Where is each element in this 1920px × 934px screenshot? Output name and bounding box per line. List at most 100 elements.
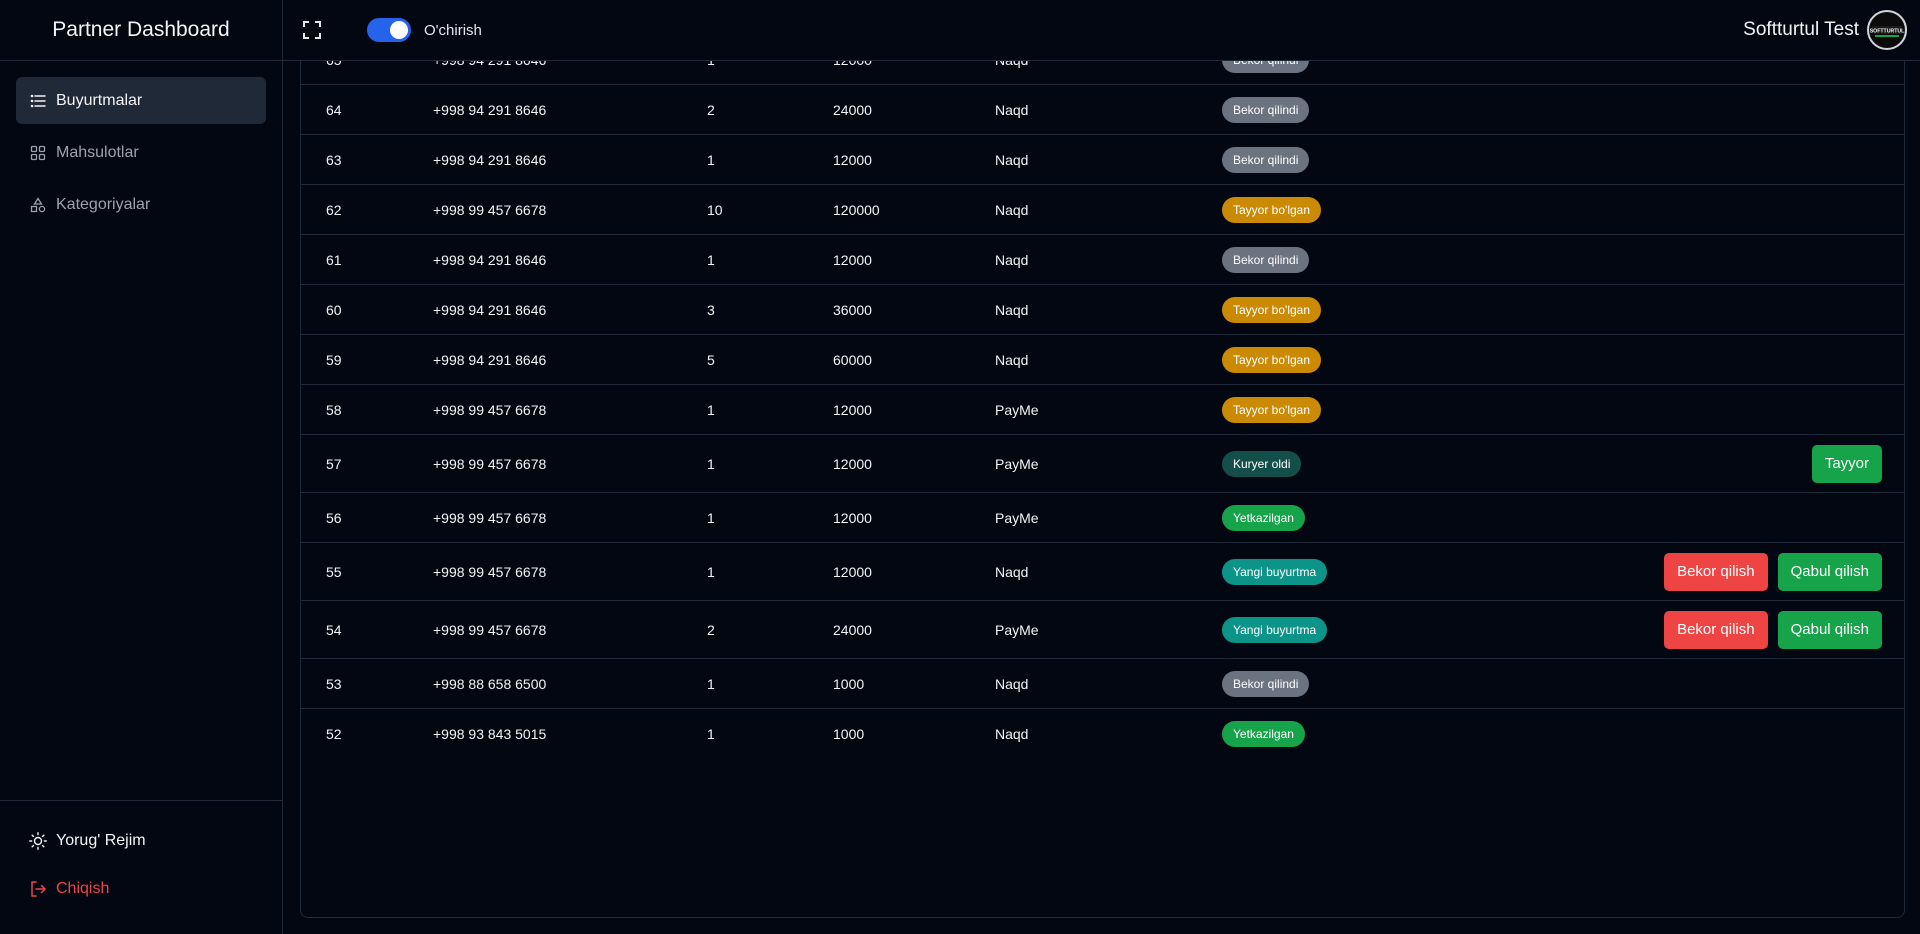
order-price: 12000 xyxy=(833,401,872,418)
order-phone: +998 99 457 6678 xyxy=(433,509,547,526)
order-phone: +998 94 291 8646 xyxy=(433,101,547,118)
order-id: 63 xyxy=(326,151,342,168)
order-price: 120000 xyxy=(833,201,880,218)
order-payment-method: Naqd xyxy=(995,101,1029,118)
order-quantity: 2 xyxy=(707,101,715,118)
order-id: 55 xyxy=(326,563,342,580)
order-price: 12000 xyxy=(833,61,872,68)
status-badge: Bekor qilindi xyxy=(1222,61,1310,73)
orders-table: 65 +998 94 291 8646 1 12000 Naqd Bekor qilind… xyxy=(300,61,1905,918)
order-phone: +998 94 291 8646 xyxy=(433,61,546,68)
table-row: 64 +998 94 291 8646 2 24000 Naqd Bekor qilind… xyxy=(301,85,1904,135)
order-quantity: 1 xyxy=(707,251,715,268)
order-quantity: 1 xyxy=(707,401,715,418)
status-cell: Bekor qilindi xyxy=(1222,146,1310,173)
order-quantity: 1 xyxy=(707,509,715,526)
bekor-qilish-button[interactable]: Bekor qilish xyxy=(1664,610,1768,649)
order-phone: +998 99 457 6678 xyxy=(433,621,547,638)
order-phone: +998 99 457 6678 xyxy=(433,455,547,472)
order-phone: +998 88 658 6500 xyxy=(433,675,547,692)
order-payment-method: PayMe xyxy=(995,509,1039,526)
logout-icon xyxy=(29,880,47,898)
status-badge: Yangi buyurtma xyxy=(1222,558,1328,585)
sidebar-nav: Buyurtmalar Mahsulotlar Kategoriyalar xyxy=(0,61,282,249)
table-row: 63 +998 94 291 8646 1 12000 Naqd Bekor qilind… xyxy=(301,135,1904,185)
order-id: 59 xyxy=(326,351,342,368)
toggle-knob xyxy=(390,21,408,39)
status-badge: Yangi buyurtma xyxy=(1222,616,1328,643)
tayyor-button[interactable]: Tayyor xyxy=(1811,444,1882,483)
order-id: 52 xyxy=(326,726,342,742)
order-quantity: 1 xyxy=(707,151,715,168)
table-row: 65 +998 94 291 8646 1 12000 Naqd Bekor qilind… xyxy=(301,61,1904,85)
order-payment-method: Naqd xyxy=(995,201,1029,218)
order-id: 62 xyxy=(326,201,342,218)
status-cell: Bekor qilindi xyxy=(1222,61,1310,73)
order-id: 58 xyxy=(326,401,342,418)
order-payment-method: Naqd xyxy=(995,351,1029,368)
table-row: 59 +998 94 291 8646 5 60000 Naqd Tayyor bo'lg… xyxy=(301,335,1904,385)
status-cell: Yetkazilgan xyxy=(1222,504,1305,531)
status-cell: Tayyor bo'lgan xyxy=(1222,396,1322,423)
order-price: 12000 xyxy=(833,151,872,168)
shapes-icon xyxy=(30,196,46,213)
order-payment-method: Naqd xyxy=(995,61,1028,68)
logout-button[interactable]: Chiqish xyxy=(16,865,266,913)
user-menu[interactable]: Softturtul Test SOFTTURTUL xyxy=(1743,10,1907,50)
fullscreen-button[interactable] xyxy=(299,17,325,43)
status-badge: Bekor qilindi xyxy=(1222,670,1310,697)
table-row: 55 +998 99 457 6678 1 12000 Naqd Yangi buyurt… xyxy=(301,543,1904,601)
order-phone: +998 94 291 8646 xyxy=(433,351,547,368)
topbar: O'chirish Softturtul Test SOFTTURTUL xyxy=(283,0,1920,61)
table-row: 53 +998 88 658 6500 1 1000 Naqd Bekor qilindi xyxy=(301,659,1904,709)
order-quantity: 1 xyxy=(707,563,715,580)
order-id: 65 xyxy=(326,61,342,68)
order-id: 57 xyxy=(326,455,342,472)
theme-toggle-button[interactable]: Yorug' Rejim xyxy=(16,817,266,865)
orders-table-body: 65 +998 94 291 8646 1 12000 Naqd Bekor qilind… xyxy=(301,61,1904,759)
status-cell: Bekor qilindi xyxy=(1222,96,1310,123)
table-row: 61 +998 94 291 8646 1 12000 Naqd Bekor qilind… xyxy=(301,235,1904,285)
table-row: 57 +998 99 457 6678 1 12000 PayMe Kuryer oldi… xyxy=(301,435,1904,493)
status-cell: Bekor qilindi xyxy=(1222,246,1310,273)
order-id: 60 xyxy=(326,301,342,318)
status-cell: Tayyor bo'lgan xyxy=(1222,296,1322,323)
status-toggle[interactable] xyxy=(367,18,411,42)
order-phone: +998 99 457 6678 xyxy=(433,563,547,580)
order-payment-method: Naqd xyxy=(995,151,1029,168)
sidebar-item-kategoriyalar[interactable]: Kategoriyalar xyxy=(16,181,266,228)
order-quantity: 3 xyxy=(707,301,715,318)
order-price: 12000 xyxy=(833,455,872,472)
qabul-qilish-button[interactable]: Qabul qilish xyxy=(1777,552,1882,591)
svg-text:SOFTTURTUL: SOFTTURTUL xyxy=(1870,29,1905,35)
order-price: 24000 xyxy=(833,101,872,118)
sidebar-item-mahsulotlar[interactable]: Mahsulotlar xyxy=(16,129,266,176)
order-payment-method: Naqd xyxy=(995,726,1029,742)
avatar[interactable]: SOFTTURTUL xyxy=(1867,10,1907,50)
table-row: 56 +998 99 457 6678 1 12000 PayMe Yetkazilgan xyxy=(301,493,1904,543)
toggle-label: O'chirish xyxy=(424,21,482,39)
order-payment-method: Naqd xyxy=(995,301,1029,318)
user-name: Softturtul Test xyxy=(1743,19,1859,40)
grid-icon xyxy=(30,145,46,161)
row-actions: Bekor qilish Qabul qilish xyxy=(1664,552,1882,591)
order-price: 1000 xyxy=(833,726,865,742)
order-price: 12000 xyxy=(833,509,872,526)
status-badge: Kuryer oldi xyxy=(1222,450,1302,477)
theme-label: Yorug' Rejim xyxy=(56,832,146,849)
sidebar-item-buyurtmalar[interactable]: Buyurtmalar xyxy=(16,77,266,124)
order-payment-method: Naqd xyxy=(995,251,1029,268)
qabul-qilish-button[interactable]: Qabul qilish xyxy=(1777,610,1882,649)
order-payment-method: Naqd xyxy=(995,675,1029,692)
status-cell: Kuryer oldi xyxy=(1222,450,1302,477)
order-phone: +998 99 457 6678 xyxy=(433,401,547,418)
status-badge: Tayyor bo'lgan xyxy=(1222,196,1322,223)
status-badge: Yetkazilgan xyxy=(1222,504,1305,531)
sidebar-header: Partner Dashboard xyxy=(0,0,282,61)
order-id: 56 xyxy=(326,509,342,526)
bekor-qilish-button[interactable]: Bekor qilish xyxy=(1664,552,1768,591)
table-row: 60 +998 94 291 8646 3 36000 Naqd Tayyor bo'lg… xyxy=(301,285,1904,335)
row-actions: Bekor qilish Qabul qilish xyxy=(1664,610,1882,649)
status-badge: Tayyor bo'lgan xyxy=(1222,346,1322,373)
order-id: 64 xyxy=(326,101,342,118)
